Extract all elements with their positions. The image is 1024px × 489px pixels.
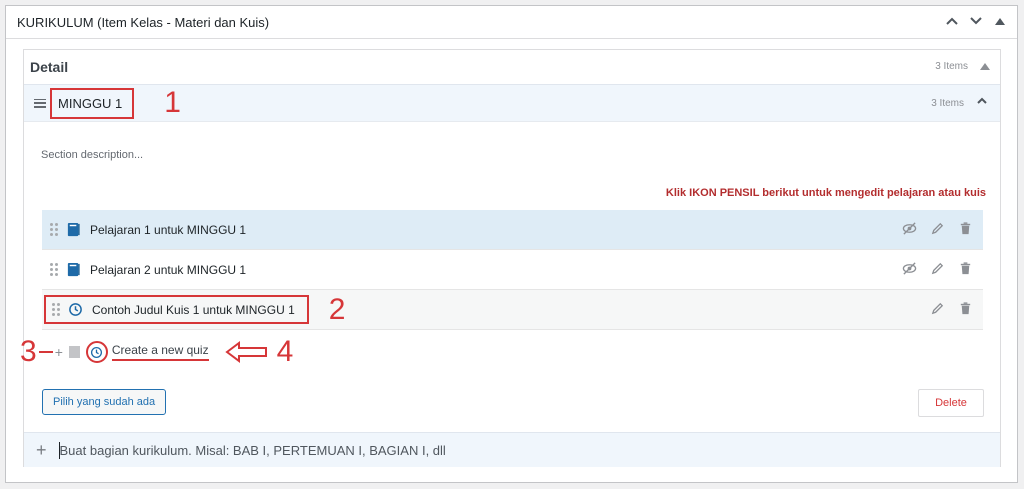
annotation-number-2: 2 bbox=[328, 292, 346, 326]
item-name[interactable]: Contoh Judul Kuis 1 untuk MINGGU 1 bbox=[92, 303, 295, 317]
new-section-row[interactable]: + Buat bagian kurikulum. Misal: BAB I, P… bbox=[24, 432, 1000, 467]
lesson-icon bbox=[66, 222, 81, 237]
collapse-caret-icon[interactable] bbox=[980, 63, 990, 70]
trash-icon[interactable] bbox=[958, 301, 973, 319]
quiz-type-icon[interactable] bbox=[85, 341, 108, 363]
lesson-type-icon[interactable] bbox=[68, 346, 80, 358]
metabox-title: KURIKULUM (Item Kelas - Materi dan Kuis) bbox=[17, 14, 270, 30]
new-quiz-input[interactable]: Create a new quiz bbox=[111, 343, 209, 361]
new-item-row: 3 + Create a new quiz 4 bbox=[20, 330, 983, 374]
list-item[interactable]: Pelajaran 2 untuk MINGGU 1 bbox=[42, 250, 983, 290]
chevron-up-icon[interactable] bbox=[945, 14, 959, 31]
list-item[interactable]: Contoh Judul Kuis 1 untuk MINGGU 1 2 bbox=[42, 290, 983, 330]
plus-icon[interactable]: + bbox=[36, 440, 47, 461]
arrow-left-icon bbox=[224, 341, 269, 363]
trash-icon[interactable] bbox=[958, 221, 973, 239]
section-header[interactable]: MINGGU 1 1 3 Items bbox=[24, 84, 1000, 122]
plus-icon[interactable]: + bbox=[55, 344, 63, 360]
chevron-down-icon[interactable] bbox=[969, 14, 983, 31]
drag-handle-icon[interactable] bbox=[34, 98, 46, 108]
section-description[interactable]: Section description... bbox=[41, 149, 143, 161]
annotation-number-3: 3 bbox=[20, 335, 37, 368]
edit-hint: Klik IKON PENSIL berikut untuk mengedit … bbox=[665, 187, 986, 199]
trash-icon[interactable] bbox=[958, 261, 973, 279]
drag-handle-icon[interactable] bbox=[50, 223, 58, 236]
detail-count: 3 Items bbox=[935, 61, 968, 72]
annotation-line bbox=[38, 351, 53, 353]
metabox-header: KURIKULUM (Item Kelas - Materi dan Kuis) bbox=[6, 6, 1017, 39]
annotation-number-1: 1 bbox=[164, 86, 181, 119]
curriculum-metabox: KURIKULUM (Item Kelas - Materi dan Kuis)… bbox=[5, 5, 1018, 483]
caret-up-icon[interactable] bbox=[993, 14, 1007, 31]
section-title[interactable]: MINGGU 1 bbox=[50, 87, 135, 119]
detail-panel: Detail 3 Items MINGGU 1 1 3 Items Sectio… bbox=[20, 49, 1001, 467]
eye-slash-icon[interactable] bbox=[902, 261, 917, 279]
list-item[interactable]: Pelajaran 1 untuk MINGGU 1 bbox=[42, 210, 983, 250]
quiz-highlight: Contoh Judul Kuis 1 untuk MINGGU 1 bbox=[44, 295, 309, 324]
item-name[interactable]: Pelajaran 2 untuk MINGGU 1 bbox=[90, 263, 902, 277]
pencil-icon[interactable] bbox=[930, 301, 945, 319]
pencil-icon[interactable] bbox=[930, 261, 945, 279]
detail-label: Detail bbox=[30, 58, 69, 75]
chevron-up-icon[interactable] bbox=[976, 94, 988, 112]
lesson-icon bbox=[66, 262, 81, 277]
select-existing-button[interactable]: Pilih yang sudah ada bbox=[42, 389, 167, 415]
detail-header: Detail 3 Items bbox=[24, 50, 1000, 83]
item-name[interactable]: Pelajaran 1 untuk MINGGU 1 bbox=[90, 223, 902, 237]
item-list: Pelajaran 1 untuk MINGGU 1 Pelajaran 2 u… bbox=[20, 210, 983, 374]
new-section-input[interactable]: Buat bagian kurikulum. Misal: BAB I, PER… bbox=[60, 443, 446, 458]
annotation-number-4: 4 bbox=[276, 335, 294, 368]
section-count: 3 Items bbox=[931, 97, 964, 109]
drag-handle-icon[interactable] bbox=[52, 303, 60, 316]
quiz-icon bbox=[68, 302, 83, 317]
pencil-icon[interactable] bbox=[930, 221, 945, 239]
eye-slash-icon[interactable] bbox=[902, 221, 917, 239]
drag-handle-icon[interactable] bbox=[50, 263, 58, 276]
delete-button[interactable]: Delete bbox=[918, 389, 984, 417]
